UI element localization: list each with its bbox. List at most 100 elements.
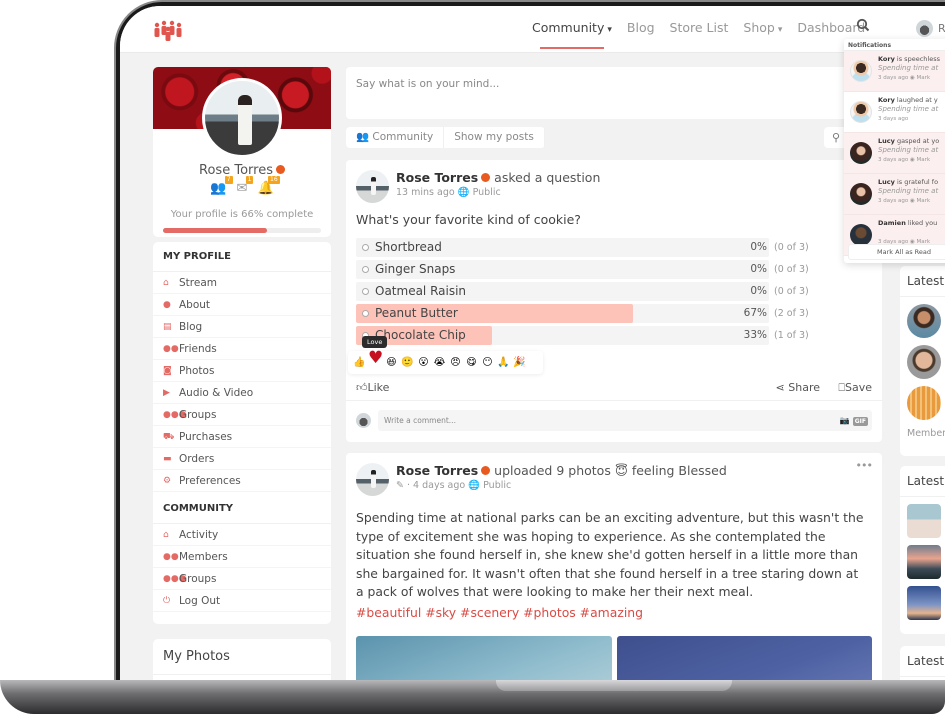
- sidebar-item-blog[interactable]: ▤ Blog: [153, 316, 331, 338]
- notifications-heading: Notifications: [844, 39, 945, 51]
- notification-text: Kory laughed at y: [878, 96, 938, 104]
- save-button[interactable]: ⎕Save: [838, 381, 872, 395]
- edit-icon[interactable]: ✎: [396, 480, 404, 491]
- sidebar-item-groups[interactable]: ●●● Groups: [153, 404, 331, 426]
- post-photo[interactable]: [616, 636, 872, 680]
- sidebar-item-orders[interactable]: ▬ Orders: [153, 448, 331, 470]
- neutral-reaction-icon[interactable]: 😶: [480, 357, 495, 368]
- share-button[interactable]: ⋖ Share: [776, 381, 820, 394]
- post-author-avatar[interactable]: [356, 463, 389, 496]
- nav-store-list[interactable]: Store List: [670, 20, 729, 35]
- radio-icon[interactable]: [362, 244, 369, 251]
- smile-reaction-icon[interactable]: 🙂: [400, 357, 415, 368]
- post-hashtags[interactable]: #beautiful #sky #scenery #photos #amazin…: [356, 605, 643, 620]
- post-time[interactable]: 4 days ago: [413, 480, 465, 491]
- poll-option[interactable]: Oatmeal Raisin 0% (0 of 3): [356, 282, 809, 301]
- post-author-name[interactable]: Rose Torres: [396, 170, 478, 185]
- post-visibility: Public: [472, 187, 501, 198]
- love-reaction-icon[interactable]: ♥: [368, 348, 383, 368]
- notification-item[interactable]: Kory laughed at y Spending time at 3 days …: [844, 92, 945, 133]
- nav-community[interactable]: Community ▾: [532, 20, 612, 49]
- sidebar-item-stream[interactable]: ⌂ Stream: [153, 272, 331, 294]
- gif-button[interactable]: GIF: [852, 417, 868, 426]
- mark-all-read-button[interactable]: Mark All as Read: [848, 244, 945, 260]
- party-reaction-icon[interactable]: 🎉: [512, 357, 527, 368]
- notification-text: Kory is speechless: [878, 55, 940, 63]
- member-avatar[interactable]: [907, 304, 941, 338]
- sidebar-item-audio-video[interactable]: ▶ Audio & Video: [153, 382, 331, 404]
- camera-icon[interactable]: 📷: [840, 416, 850, 425]
- poll-option-label: Chocolate Chip: [375, 328, 466, 342]
- poll-option[interactable]: Shortbread 0% (0 of 3): [356, 238, 809, 257]
- radio-icon[interactable]: [362, 310, 369, 317]
- sidebar-item-members[interactable]: ●● Members: [153, 546, 331, 568]
- poll-option-count: (0 of 3): [774, 242, 809, 253]
- post-time[interactable]: 13 mins ago: [396, 187, 455, 198]
- sidebar-item-friends[interactable]: ●● Friends: [153, 338, 331, 360]
- profile-avatar[interactable]: [202, 78, 282, 158]
- cry-reaction-icon[interactable]: 😭: [432, 357, 447, 368]
- profile-name[interactable]: Rose Torres: [153, 163, 331, 178]
- photo-thumbnail[interactable]: [907, 545, 941, 579]
- search-icon[interactable]: [856, 18, 870, 32]
- cart-icon: ⛟: [163, 431, 175, 442]
- poll-option[interactable]: Ginger Snaps 0% (0 of 3): [356, 260, 809, 279]
- sidebar-item-photos[interactable]: ◙ Photos: [153, 360, 331, 382]
- post-author-avatar[interactable]: [356, 170, 389, 203]
- mark-read-link[interactable]: Mark: [917, 157, 931, 163]
- poll-option[interactable]: Peanut Butter 67% (2 of 3): [356, 304, 809, 323]
- post-composer[interactable]: Say what is on your mind...: [346, 67, 896, 119]
- yum-reaction-icon[interactable]: 😋: [464, 357, 479, 368]
- pray-reaction-icon[interactable]: 🙏: [496, 357, 511, 368]
- radio-icon[interactable]: [362, 266, 369, 273]
- tab-community[interactable]: 👥 Community: [346, 127, 445, 148]
- notification-item[interactable]: Lucy is grateful fo Spending time at 3 day…: [844, 174, 945, 215]
- comment-input[interactable]: Write a comment... 📷 GIF: [378, 410, 872, 431]
- sidebar-item-groups[interactable]: ●●● Groups: [153, 568, 331, 590]
- friend-requests-button[interactable]: 👥 7: [210, 176, 233, 196]
- members-link[interactable]: Members: [900, 420, 945, 447]
- more-options-icon[interactable]: •••: [856, 459, 873, 472]
- sidebar-item-about[interactable]: ● About: [153, 294, 331, 316]
- like-button[interactable]: 👍︎Like: [356, 381, 389, 394]
- nav-blog[interactable]: Blog: [627, 20, 655, 35]
- notification-item[interactable]: Lucy gasped at yo Spending time at 3 days …: [844, 133, 945, 174]
- nav-shop[interactable]: Shop ▾: [743, 20, 782, 35]
- groups-icon: ●●●: [163, 409, 187, 420]
- notification-text: Lucy is grateful fo: [878, 178, 938, 186]
- notifications-button[interactable]: 🔔 16: [257, 176, 280, 196]
- member-avatar[interactable]: [907, 386, 941, 420]
- notification-time: 3 days ago: [878, 157, 909, 163]
- sidebar-item-log-out[interactable]: ⏻ Log Out: [153, 590, 331, 612]
- notifications-dropdown: Notifications Kory is speechless Spending…: [844, 39, 945, 263]
- sidebar-item-preferences[interactable]: ⚙ Preferences: [153, 470, 331, 492]
- notification-item[interactable]: Kory is speechless Spending time at 3 days…: [844, 51, 945, 92]
- mark-read-link[interactable]: Mark: [917, 198, 931, 204]
- like-reaction-icon[interactable]: 👍: [352, 357, 367, 368]
- community-logo-icon[interactable]: [152, 20, 184, 42]
- sidebar-item-purchases[interactable]: ⛟ Purchases: [153, 426, 331, 448]
- angry-reaction-icon[interactable]: 😠: [448, 357, 463, 368]
- photo-thumbnail[interactable]: [907, 586, 941, 620]
- haha-reaction-icon[interactable]: 😆: [384, 357, 399, 368]
- messages-button[interactable]: ✉ 1: [237, 176, 254, 196]
- card-icon: ▬: [163, 453, 172, 464]
- sidebar-item-activity[interactable]: ⌂ Activity: [153, 524, 331, 546]
- post-photo[interactable]: [356, 636, 612, 680]
- feed-filter-tabs: 👥 Community Show my posts: [346, 127, 545, 148]
- wow-reaction-icon[interactable]: 😮: [416, 357, 431, 368]
- comment-placeholder: Write a comment...: [384, 416, 456, 425]
- poll-option[interactable]: Chocolate Chip 33% (1 of 3): [356, 326, 809, 345]
- notification-time: 3 days ago: [878, 75, 909, 81]
- notification-avatar: [850, 183, 872, 205]
- sidebar-item-label: Orders: [179, 452, 215, 465]
- photo-thumbnail[interactable]: [907, 504, 941, 538]
- mark-read-link[interactable]: Mark: [917, 75, 931, 81]
- radio-icon[interactable]: [362, 288, 369, 295]
- user-avatar[interactable]: [916, 20, 933, 37]
- member-avatar[interactable]: [907, 345, 941, 379]
- user-name-truncated[interactable]: R: [938, 22, 945, 35]
- post-author-name[interactable]: Rose Torres: [396, 463, 478, 478]
- tab-show-my-posts[interactable]: Show my posts: [444, 127, 545, 148]
- sidebar-item-label: About: [179, 298, 211, 311]
